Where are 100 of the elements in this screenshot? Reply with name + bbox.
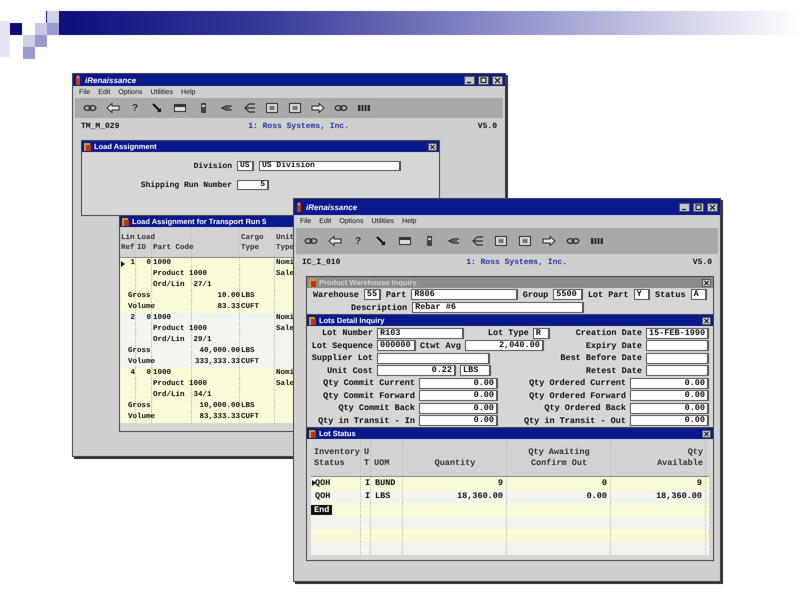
minimize-button[interactable] xyxy=(464,76,475,84)
close-button[interactable] xyxy=(428,142,437,150)
version-label: V5.0 xyxy=(692,258,712,266)
field-label: Division xyxy=(192,162,232,170)
minimize-button[interactable] xyxy=(679,202,690,212)
table-cell-text: 0.00 xyxy=(586,490,608,503)
field-label: Qty Ordered Forward xyxy=(528,390,626,401)
window-icon[interactable] xyxy=(398,235,412,247)
chain-icon[interactable] xyxy=(83,102,97,114)
field-label: Part xyxy=(386,290,406,300)
close-button[interactable] xyxy=(702,430,711,438)
window-title: iRenaissance xyxy=(306,202,358,212)
input-field[interactable]: 0.00 xyxy=(630,415,709,426)
grid-icon[interactable] xyxy=(357,102,371,114)
input-field[interactable]: Y xyxy=(634,289,650,300)
table-cell-text: BUND xyxy=(374,477,396,490)
column-header: Inventory Status xyxy=(313,447,361,470)
grid-icon[interactable] xyxy=(590,235,604,247)
field-label: Lot Number xyxy=(320,328,373,338)
panel-icon xyxy=(122,218,129,226)
field-label: Shipping Run Number xyxy=(140,180,232,190)
input-field[interactable] xyxy=(646,340,709,352)
input-field[interactable]: 2,040.00 xyxy=(464,340,544,352)
help-button[interactable]: ? xyxy=(352,236,364,246)
frame-icon[interactable] xyxy=(518,235,532,247)
close-button[interactable] xyxy=(492,76,503,84)
table-cell-text: 0 xyxy=(600,477,608,490)
table-cell-text: 9 xyxy=(496,477,504,490)
chain-icon[interactable] xyxy=(566,235,580,247)
input-field[interactable]: Rebar #6 xyxy=(412,302,584,313)
field-label: Lot Part xyxy=(588,290,629,300)
left-arrow-icon[interactable] xyxy=(328,235,342,247)
column-header: Qty Awaiting Confirm Out xyxy=(527,447,591,470)
version-label: V5.0 xyxy=(478,122,497,130)
input-field[interactable]: 5 xyxy=(237,180,269,190)
input-field[interactable]: 0.22 xyxy=(377,365,456,376)
app-icon xyxy=(75,75,82,85)
app-icon xyxy=(296,202,303,212)
field-label: Creation Date xyxy=(576,328,642,338)
input-field[interactable]: 15-FEB-1990 xyxy=(646,328,709,339)
input-field[interactable]: 0.00 xyxy=(419,390,498,402)
frame-icon[interactable] xyxy=(265,102,279,114)
input-field[interactable]: 0.00 xyxy=(630,390,709,402)
help-button[interactable]: ? xyxy=(129,102,141,114)
screen-code: IC_I_010 xyxy=(302,258,340,266)
frame-icon[interactable] xyxy=(288,102,302,114)
end-marker: End xyxy=(311,504,332,514)
pointer-icon[interactable] xyxy=(374,235,388,247)
panel-icon xyxy=(309,316,316,324)
input-field[interactable]: 0.00 xyxy=(630,402,709,414)
field-label: Qty in Transit - In xyxy=(317,416,415,426)
input-field[interactable]: US Division xyxy=(259,161,401,171)
input-field[interactable]: US xyxy=(237,161,254,171)
close-button[interactable] xyxy=(707,202,718,212)
input-field[interactable] xyxy=(646,365,709,376)
input-field[interactable]: 0.00 xyxy=(419,378,498,389)
input-field[interactable] xyxy=(377,352,490,364)
input-field[interactable]: 5500 xyxy=(553,289,583,300)
input-field[interactable] xyxy=(646,352,709,364)
table-cell-text: I xyxy=(364,490,371,503)
input-field[interactable]: A xyxy=(690,289,707,300)
panel-icon xyxy=(84,142,91,150)
table-cell-text: LBS xyxy=(374,490,392,503)
field-label: Supplier Lot xyxy=(311,353,373,364)
list-icon[interactable] xyxy=(242,102,256,114)
maximize-button[interactable] xyxy=(693,202,704,212)
field-label: Qty Ordered Back xyxy=(543,403,626,414)
field-label: Qty in Transit - Out xyxy=(522,416,626,426)
input-field[interactable]: R806 xyxy=(411,289,518,300)
field-label: Ctwt Avg xyxy=(420,340,461,351)
field-label: Group xyxy=(522,290,548,300)
column-header: UOM xyxy=(373,458,390,470)
close-button[interactable] xyxy=(702,316,711,324)
input-field[interactable]: R xyxy=(532,328,550,339)
input-field[interactable]: 000000 xyxy=(377,340,416,352)
field-label: Lot Sequence xyxy=(311,340,373,351)
company-name: 1: Ross Systems, Inc. xyxy=(248,122,350,130)
left-arrow-icon[interactable] xyxy=(106,102,120,114)
input-field[interactable]: R103 xyxy=(377,328,464,339)
table-cell-text: QOH xyxy=(314,490,332,503)
maximize-button[interactable] xyxy=(478,76,489,84)
chain-icon[interactable] xyxy=(304,235,318,247)
input-field[interactable]: 0.00 xyxy=(419,415,498,426)
input-field[interactable]: 55 xyxy=(364,289,381,300)
table-cell-text: 9 xyxy=(696,477,703,490)
close-button[interactable] xyxy=(702,278,711,286)
window-icon[interactable] xyxy=(173,102,187,114)
list-icon[interactable] xyxy=(470,235,484,247)
table-cell-text: 18,360.00 xyxy=(456,490,504,503)
input-field[interactable]: 0.00 xyxy=(630,378,709,389)
decoration-drawing xyxy=(0,11,60,59)
input-field[interactable]: LBS xyxy=(460,365,491,376)
frame-icon[interactable] xyxy=(494,235,508,247)
pointer-icon[interactable] xyxy=(150,102,164,114)
right-arrow-icon[interactable] xyxy=(542,235,556,247)
chain-icon[interactable] xyxy=(334,102,348,114)
table-cell-text: QOH xyxy=(314,477,332,490)
input-field[interactable]: 0.00 xyxy=(419,402,498,414)
right-arrow-icon[interactable] xyxy=(311,102,325,114)
field-label: Unit Cost xyxy=(326,366,373,376)
